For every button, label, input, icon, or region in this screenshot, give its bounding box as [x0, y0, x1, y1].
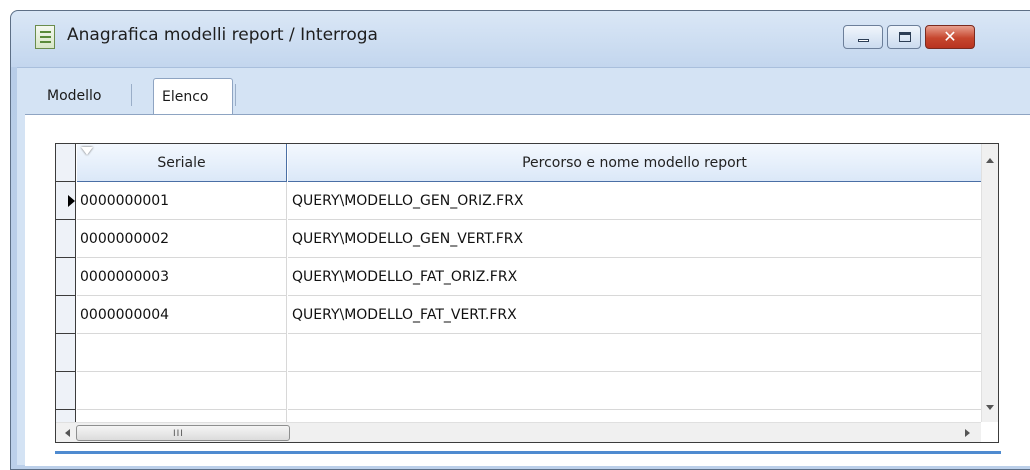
cell-seriale[interactable]: 0000000001: [77, 182, 287, 220]
row-selector[interactable]: [56, 258, 76, 296]
cell-empty[interactable]: [288, 372, 982, 410]
row-selector[interactable]: [56, 296, 76, 334]
minimize-icon: [858, 39, 869, 42]
tab-divider: [131, 84, 132, 106]
row-selector[interactable]: [56, 182, 76, 220]
column-header-label: Percorso e nome modello report: [522, 155, 747, 171]
cell-seriale[interactable]: 0000000003: [77, 258, 287, 296]
window-client-area: Modello Elenco Seriale Percorso e nome m…: [17, 67, 1030, 466]
window-title: Anagrafica modelli report / Interroga: [67, 25, 378, 45]
scroll-left-icon[interactable]: [65, 429, 70, 437]
tab-modello[interactable]: Modello: [47, 82, 125, 112]
cell-seriale[interactable]: 0000000002: [77, 220, 287, 258]
app-icon: [35, 25, 55, 49]
cell-percorso[interactable]: QUERY\MODELLO_GEN_ORIZ.FRX: [288, 182, 982, 220]
horizontal-scrollbar[interactable]: III: [56, 422, 982, 442]
close-button[interactable]: ✕: [925, 25, 975, 49]
row-selector[interactable]: [56, 372, 76, 410]
row-selector[interactable]: [56, 334, 76, 372]
cell-percorso[interactable]: QUERY\MODELLO_FAT_ORIZ.FRX: [288, 258, 982, 296]
scroll-down-icon[interactable]: [986, 405, 994, 410]
selector-header: [56, 144, 76, 182]
cell-percorso[interactable]: QUERY\MODELLO_FAT_VERT.FRX: [288, 296, 982, 334]
column-header-label: Seriale: [157, 155, 206, 171]
scroll-grip-icon: III: [173, 429, 184, 439]
sort-marker-icon: [81, 147, 93, 155]
panel-bottom-accent: [55, 451, 1001, 454]
scroll-up-icon[interactable]: [986, 158, 994, 163]
minimize-button[interactable]: [843, 25, 883, 49]
tab-divider: [235, 84, 236, 106]
cell-percorso[interactable]: QUERY\MODELLO_GEN_VERT.FRX: [288, 220, 982, 258]
row-selector-column: [56, 144, 76, 424]
scrollbar-corner: [981, 422, 998, 442]
row-pointer-icon: [68, 195, 75, 207]
close-icon: ✕: [943, 27, 957, 46]
title-bar[interactable]: Anagrafica modelli report / Interroga ✕: [11, 11, 1030, 67]
scroll-right-icon[interactable]: [965, 429, 970, 437]
report-models-grid: Seriale Percorso e nome modello report 0…: [55, 143, 999, 443]
maximize-icon: [899, 32, 911, 42]
maximize-button[interactable]: [887, 25, 921, 49]
row-selector[interactable]: [56, 220, 76, 258]
column-header-percorso[interactable]: Percorso e nome modello report: [288, 144, 982, 182]
report-model-window: Anagrafica modelli report / Interroga ✕ …: [10, 10, 1030, 470]
column-header-seriale[interactable]: Seriale: [77, 144, 287, 182]
elenco-panel: Seriale Percorso e nome modello report 0…: [25, 114, 1030, 466]
tab-elenco[interactable]: Elenco: [153, 78, 233, 114]
horizontal-scroll-thumb[interactable]: III: [76, 425, 290, 441]
cell-seriale[interactable]: 0000000004: [77, 296, 287, 334]
cell-empty[interactable]: [77, 334, 287, 372]
cell-empty[interactable]: [77, 372, 287, 410]
cell-empty[interactable]: [288, 334, 982, 372]
vertical-scrollbar[interactable]: [981, 144, 998, 424]
